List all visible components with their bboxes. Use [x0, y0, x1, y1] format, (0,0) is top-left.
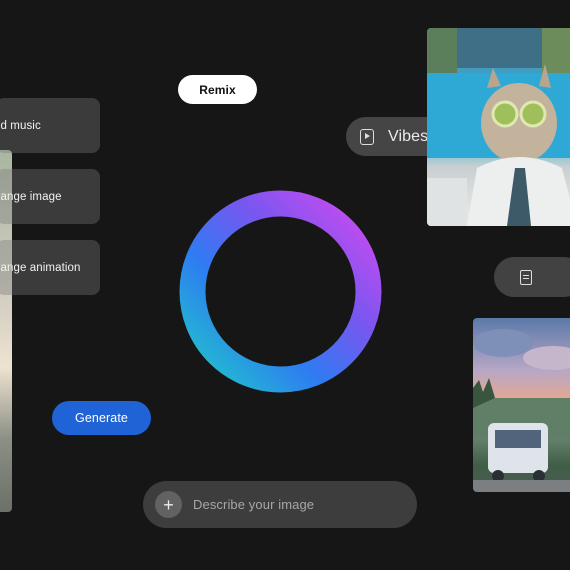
- loading-ring: [179, 190, 382, 393]
- cat-pool-illustration: [427, 28, 570, 226]
- prompt-placeholder[interactable]: Describe your image: [193, 497, 314, 512]
- cat-pool-image[interactable]: [427, 28, 570, 226]
- play-square-icon: [360, 128, 374, 145]
- change-image-label: hange image: [0, 190, 62, 203]
- add-music-label: dd music: [0, 119, 41, 132]
- anime-van-illustration: [473, 329, 570, 492]
- generate-label: Generate: [75, 411, 128, 425]
- change-animation-option[interactable]: hange animation: [0, 240, 100, 295]
- generate-button[interactable]: Generate: [52, 401, 151, 435]
- plus-icon[interactable]: +: [155, 491, 182, 518]
- add-music-option[interactable]: dd music: [0, 98, 100, 153]
- vibes-label: Vibes: [388, 127, 429, 145]
- prompt-bar[interactable]: + Describe your image: [143, 481, 417, 528]
- change-animation-label: hange animation: [0, 261, 81, 274]
- document-icon: [520, 269, 532, 285]
- remix-button[interactable]: Remix: [178, 75, 257, 104]
- remix-label: Remix: [199, 82, 236, 97]
- anime-van-image[interactable]: [473, 318, 570, 492]
- change-image-option[interactable]: hange image: [0, 169, 100, 224]
- document-button[interactable]: [494, 257, 570, 297]
